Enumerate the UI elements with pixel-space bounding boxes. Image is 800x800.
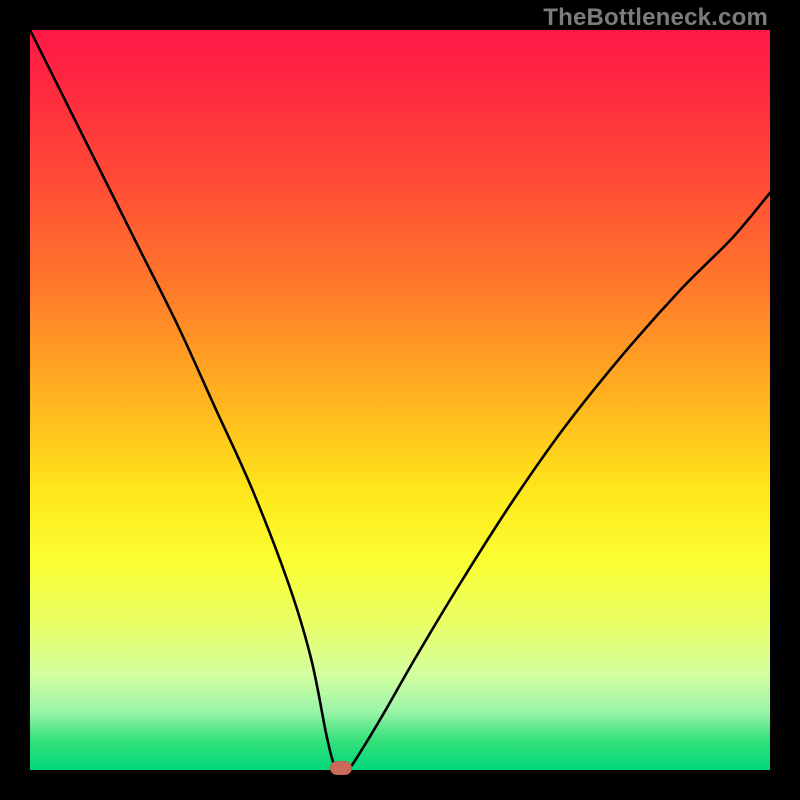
minimum-marker [330,761,352,775]
chart-frame: TheBottleneck.com [0,0,800,800]
bottleneck-curve [30,30,770,770]
watermark-text: TheBottleneck.com [543,4,768,32]
plot-area [30,30,770,770]
